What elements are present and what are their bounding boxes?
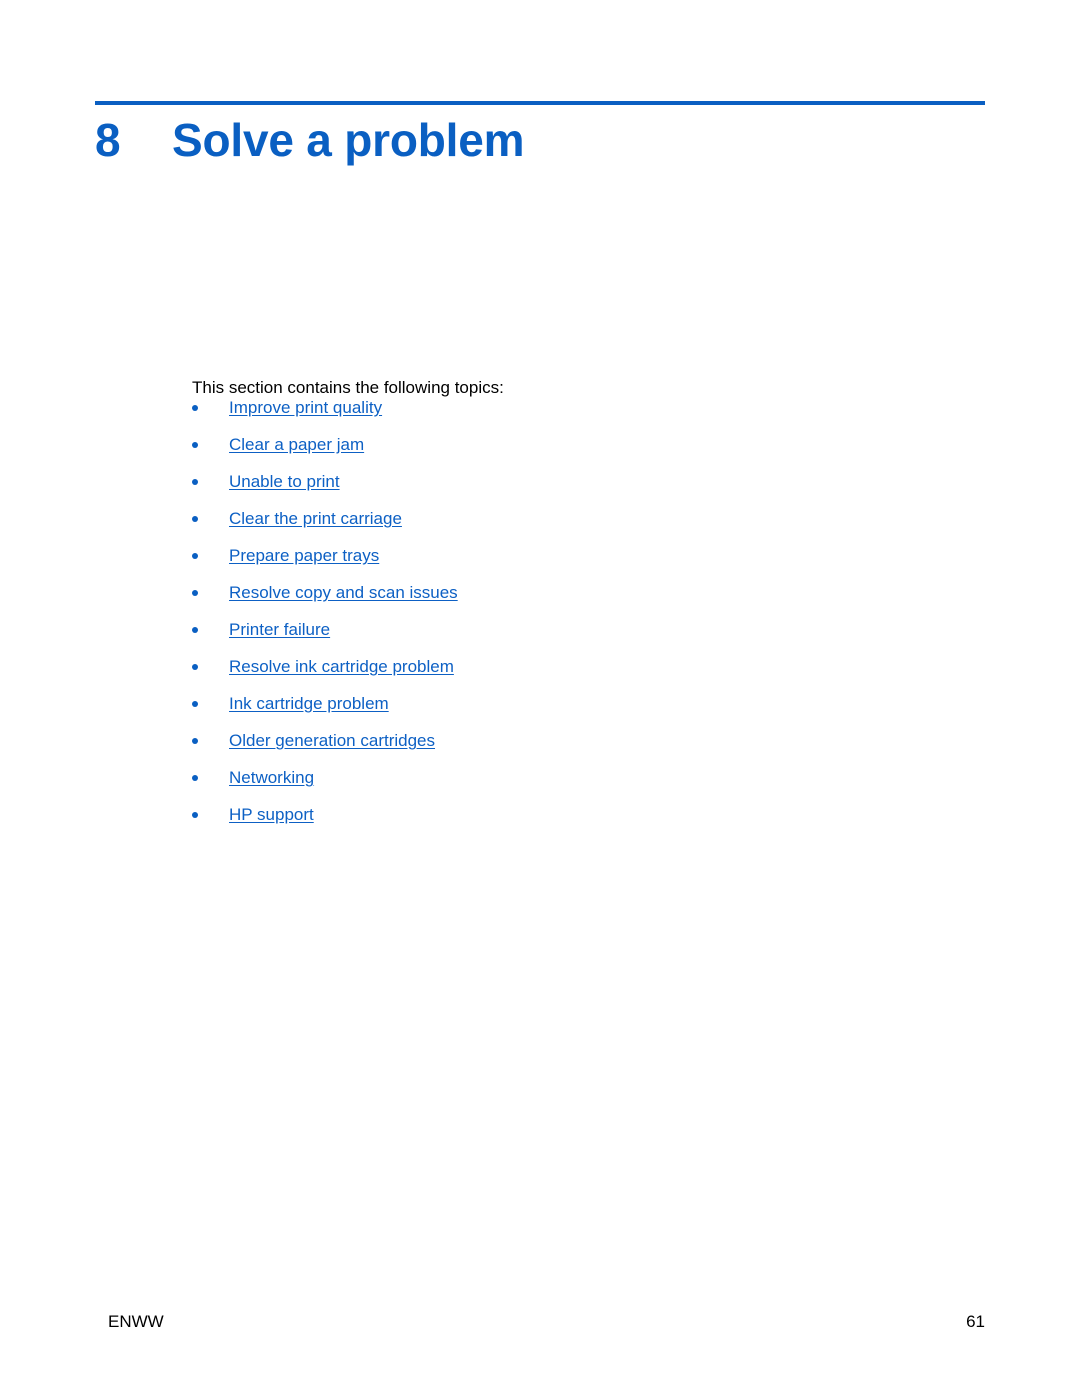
topics-list: Improve print quality Clear a paper jam … (192, 397, 892, 841)
document-page: 8 Solve a problem This section contains … (0, 0, 1080, 1397)
bullet-icon (192, 738, 198, 744)
topic-link[interactable]: Unable to print (229, 471, 340, 492)
topic-link[interactable]: Resolve ink cartridge problem (229, 656, 454, 677)
list-item[interactable]: Resolve copy and scan issues (192, 582, 892, 619)
list-item[interactable]: Ink cartridge problem (192, 693, 892, 730)
topic-link[interactable]: Clear a paper jam (229, 434, 364, 455)
list-item[interactable]: Printer failure (192, 619, 892, 656)
bullet-icon (192, 775, 198, 781)
chapter-title: Solve a problem (172, 114, 525, 166)
page-title: 8 Solve a problem (95, 112, 985, 168)
chapter-number: 8 (95, 114, 121, 166)
footer-locale-label: ENWW (108, 1312, 164, 1331)
list-item[interactable]: Improve print quality (192, 397, 892, 434)
topic-link[interactable]: HP support (229, 804, 314, 825)
bullet-icon (192, 553, 198, 559)
page-number: 61 (966, 1312, 985, 1331)
list-item[interactable]: Networking (192, 767, 892, 804)
bullet-icon (192, 442, 198, 448)
list-item[interactable]: Resolve ink cartridge problem (192, 656, 892, 693)
list-item[interactable]: HP support (192, 804, 892, 841)
list-item[interactable]: Older generation cartridges (192, 730, 892, 767)
topic-link[interactable]: Ink cartridge problem (229, 693, 389, 714)
list-item[interactable]: Prepare paper trays (192, 545, 892, 582)
topic-link[interactable]: Printer failure (229, 619, 330, 640)
list-item[interactable]: Unable to print (192, 471, 892, 508)
bullet-icon (192, 479, 198, 485)
bullet-icon (192, 516, 198, 522)
bullet-icon (192, 590, 198, 596)
topic-link[interactable]: Prepare paper trays (229, 545, 379, 566)
topic-link[interactable]: Clear the print carriage (229, 508, 402, 529)
bullet-icon (192, 701, 198, 707)
bullet-icon (192, 664, 198, 670)
bullet-icon (192, 405, 198, 411)
list-item[interactable]: Clear the print carriage (192, 508, 892, 545)
bullet-icon (192, 627, 198, 633)
topic-link[interactable]: Older generation cartridges (229, 730, 435, 751)
page-footer: ENWW 61 (108, 1311, 985, 1333)
list-item[interactable]: Clear a paper jam (192, 434, 892, 471)
bullet-icon (192, 812, 198, 818)
topic-link[interactable]: Resolve copy and scan issues (229, 582, 458, 603)
chapter-rule (95, 101, 985, 105)
intro-paragraph: This section contains the following topi… (192, 378, 504, 397)
topic-link[interactable]: Networking (229, 767, 314, 788)
topic-link[interactable]: Improve print quality (229, 397, 382, 418)
